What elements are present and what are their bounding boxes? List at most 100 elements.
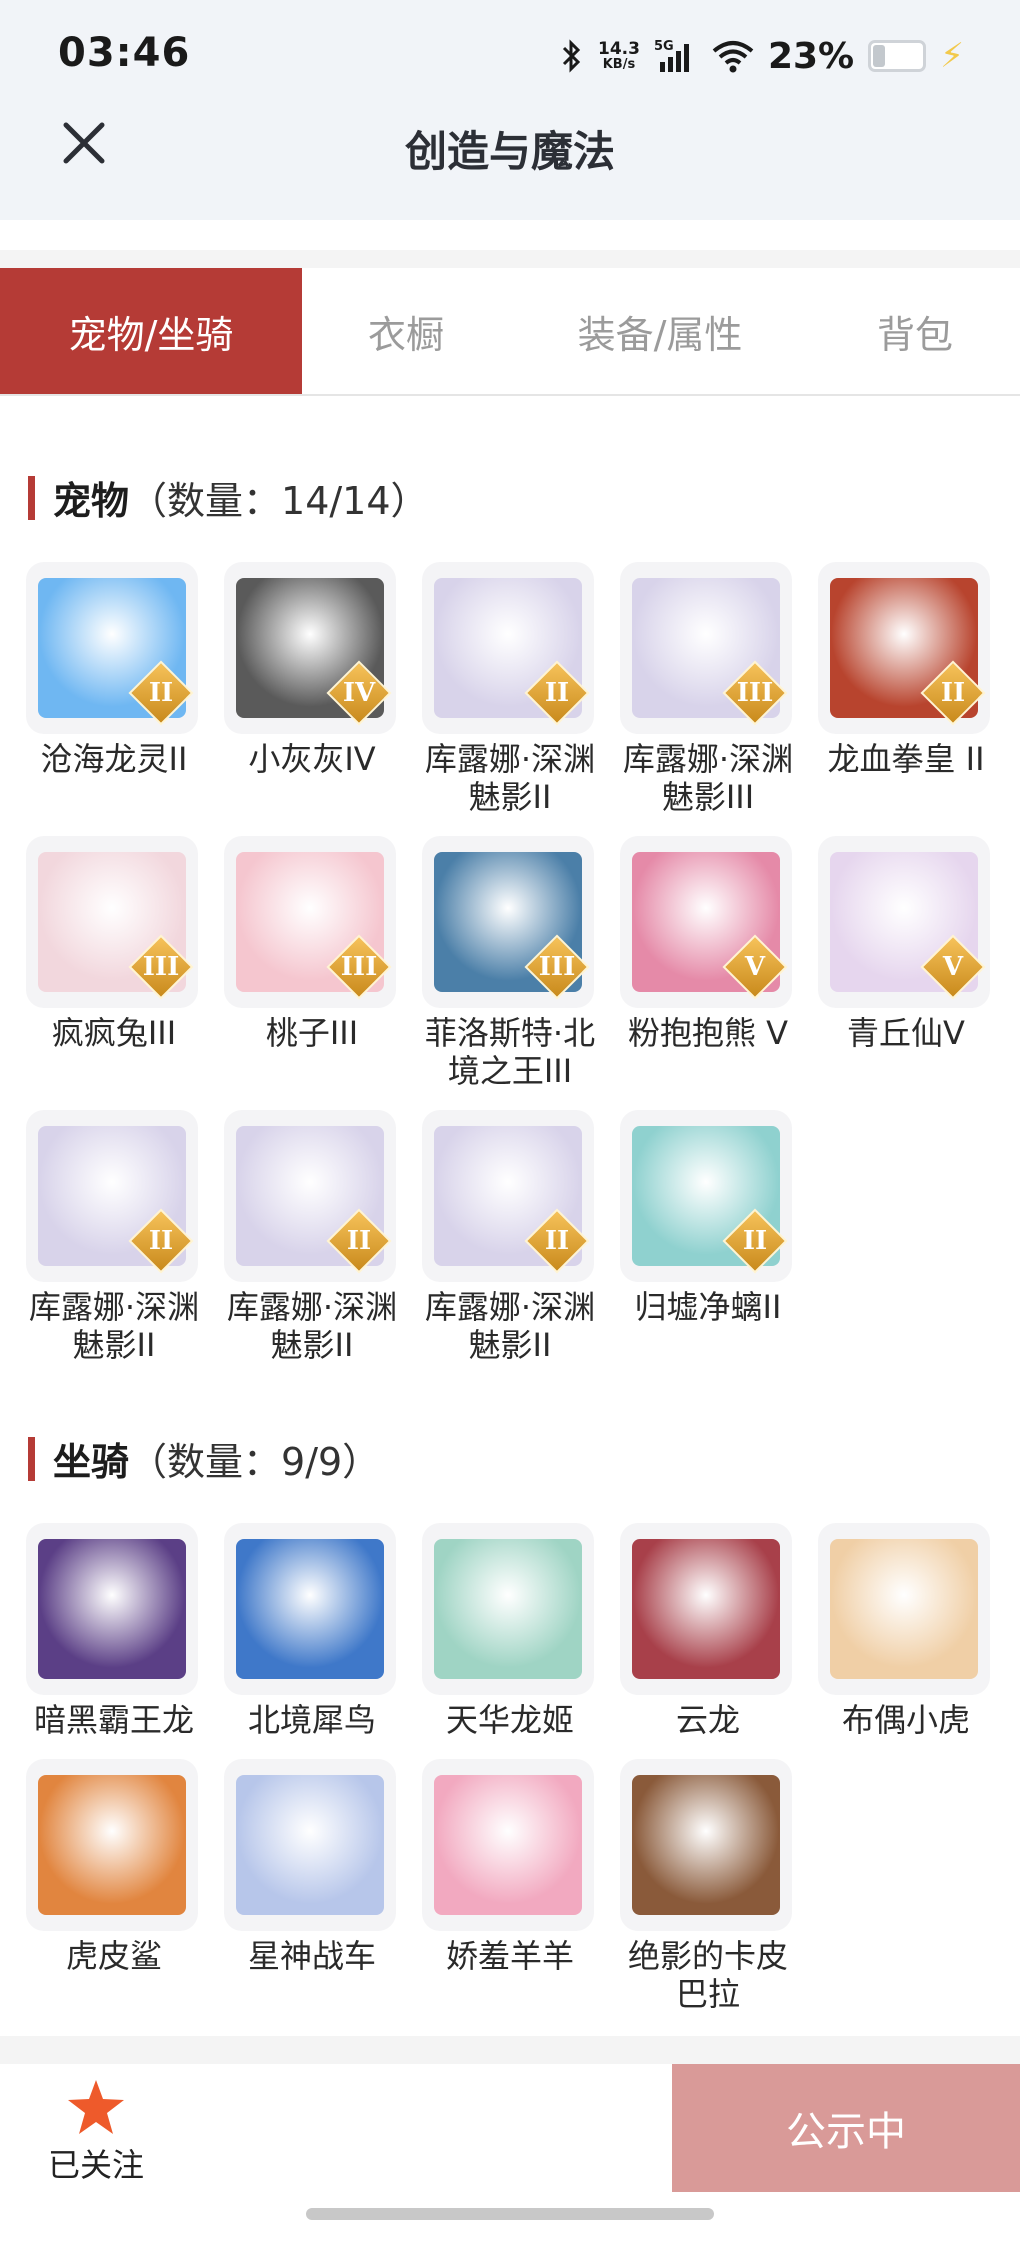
grid-item[interactable]: 云龙 [620,1523,796,1739]
announce-button[interactable]: 公示中 [672,2064,1020,2192]
item-label: 绝影的卡皮巴拉 [627,1937,788,2013]
character-image [38,1539,186,1679]
item-label: 布偶小虎 [841,1701,970,1739]
battery-percent: 23% [767,35,855,77]
grid-item[interactable]: 北境犀鸟 [224,1523,400,1739]
tier-badge-text: II [148,1226,174,1256]
grid-item[interactable]: II 归墟净螭II [620,1110,796,1326]
tab-pets-mounts[interactable]: 宠物/坐骑 [0,268,302,394]
tab-bar: 宠物/坐骑 衣橱 装备/属性 背包 [0,268,1020,396]
item-label: 库露娜·深渊魅影II [424,1288,596,1364]
item-thumbnail: III [620,562,792,734]
item-thumbnail: III [224,836,396,1008]
item-label: 库露娜·深渊魅影II [28,1288,200,1364]
grid-item[interactable]: 绝影的卡皮巴拉 [620,1759,796,2013]
grid-item[interactable]: 暗黑霸王龙 [26,1523,202,1739]
pets-section-count: （数量：14/14） [129,479,429,523]
item-thumbnail [422,1759,594,1931]
grid-item[interactable]: V 青丘仙V [818,836,994,1052]
battery-fill [873,45,886,67]
grid-item[interactable]: II 库露娜·深渊魅影II [224,1110,400,1364]
tab-wardrobe[interactable]: 衣橱 [302,268,510,394]
item-label: 库露娜·深渊魅影II [424,740,596,816]
home-indicator[interactable] [306,2208,714,2220]
item-thumbnail: II [26,562,198,734]
item-thumbnail [620,1523,792,1695]
wifi-icon [712,41,754,73]
status-icons: 14.3 KB/s 5G 23% ⚡ [560,34,964,78]
character-image [632,1539,780,1679]
item-thumbnail [224,1759,396,1931]
mounts-section-header: 坐骑 （数量：9/9） [28,1431,380,1486]
item-label: 归墟净螭II [634,1288,782,1326]
net-speed: 14.3 KB/s [598,39,640,72]
grid-item[interactable]: III 库露娜·深渊魅影III [620,562,796,816]
grid-item[interactable]: II 库露娜·深渊魅影II [26,1110,202,1364]
item-thumbnail [422,1523,594,1695]
item-label: 小灰灰IV [248,740,376,778]
item-thumbnail: III [422,836,594,1008]
item-thumbnail: V [818,836,990,1008]
character-image [236,1539,384,1679]
tier-badge-text: II [346,1226,372,1256]
signal-5g-icon: 5G [654,39,689,72]
item-thumbnail: II [422,1110,594,1282]
charging-icon: ⚡ [940,36,964,76]
network-type-text: 5G [654,39,674,54]
bottom-separator [0,2036,1020,2064]
grid-item[interactable]: 星神战车 [224,1759,400,1975]
page-title: 创造与魔法 [404,127,615,176]
net-speed-value: 14.3 [598,39,640,59]
item-label: 青丘仙V [847,1014,965,1052]
item-thumbnail: II [422,562,594,734]
grid-item[interactable]: II 沧海龙灵II [26,562,202,778]
grid-item[interactable]: II 龙血拳皇 II [818,562,994,778]
character-image [434,1539,582,1679]
item-label: 娇羞羊羊 [445,1937,574,1975]
item-label: 天华龙姬 [445,1701,574,1739]
item-label: 沧海龙灵II [40,740,188,778]
grid-item[interactable]: II 库露娜·深渊魅影II [422,1110,598,1364]
pets-section-title: 宠物 [53,479,130,523]
grid-item[interactable]: III 桃子III [224,836,400,1052]
tier-badge-text: II [742,1226,768,1256]
grid-item[interactable]: III 菲洛斯特·北境之王III [422,836,598,1090]
section-accent-bar [28,475,35,520]
mounts-section-title: 坐骑 [53,1440,130,1484]
grid-item[interactable]: III 疯疯兔III [26,836,202,1052]
grid-item[interactable]: 娇羞羊羊 [422,1759,598,1975]
grid-item[interactable]: II 库露娜·深渊魅影II [422,562,598,816]
item-thumbnail: III [26,836,198,1008]
character-image [236,1775,384,1915]
battery-icon [868,40,927,72]
item-thumbnail [818,1523,990,1695]
status-time: 03:46 [58,30,191,76]
header-spacer [0,220,1020,268]
tier-badge-text: III [340,952,378,982]
tier-badge-text: II [148,678,174,708]
tier-badge-text: II [544,678,570,708]
follow-button[interactable]: 已关注 [28,2078,164,2186]
tier-badge-text: III [538,952,576,982]
grid-item[interactable]: 天华龙姬 [422,1523,598,1739]
item-thumbnail [26,1523,198,1695]
grid-item[interactable]: V 粉抱抱熊 V [620,836,796,1052]
net-speed-unit: KB/s [602,57,636,72]
character-image [632,1775,780,1915]
character-image [434,1775,582,1915]
grid-item[interactable]: 虎皮鲨 [26,1759,202,1975]
tab-backpack[interactable]: 背包 [810,268,1020,394]
tab-equipment[interactable]: 装备/属性 [510,268,810,394]
pets-section-header: 宠物 （数量：14/14） [28,470,429,525]
item-label: 北境犀鸟 [247,1701,376,1739]
grid-item[interactable]: 布偶小虎 [818,1523,994,1739]
item-label: 云龙 [675,1701,740,1739]
item-label: 菲洛斯特·北境之王III [424,1014,596,1090]
star-icon [68,2080,124,2134]
grid-item[interactable]: IV 小灰灰IV [224,562,400,778]
item-label: 桃子III [265,1014,359,1052]
tier-badge-text: III [142,952,180,982]
item-thumbnail: II [26,1110,198,1282]
section-accent-bar [28,1436,35,1481]
item-label: 疯疯兔III [51,1014,177,1052]
